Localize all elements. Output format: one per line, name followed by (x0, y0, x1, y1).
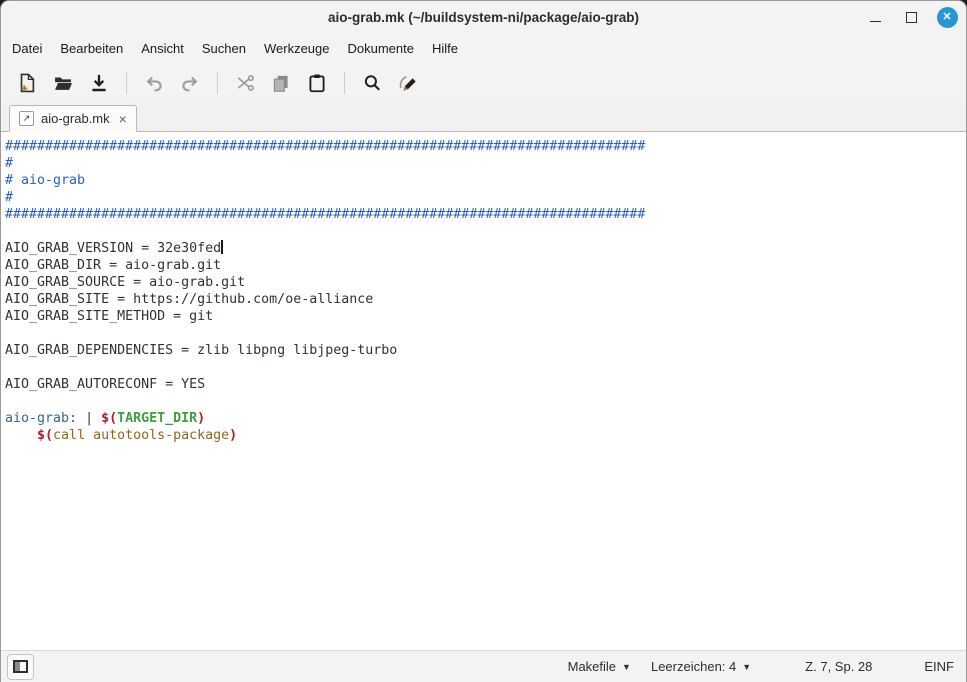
code-line: aio-grab: | $(TARGET_DIR) (5, 410, 966, 427)
language-selector[interactable]: Makefile ▼ (566, 656, 633, 677)
close-button[interactable]: ✕ (936, 7, 958, 29)
file-type-icon: ↗ (19, 111, 34, 126)
code-line: ########################################… (5, 138, 966, 155)
close-icon: ✕ (937, 7, 958, 28)
statusbar-right: Makefile ▼ Leerzeichen: 4 ▼ Z. 7, Sp. 28… (566, 656, 954, 677)
menu-dokumente[interactable]: Dokumente (339, 36, 423, 61)
language-label: Makefile (568, 659, 616, 674)
menu-hilfe[interactable]: Hilfe (423, 36, 467, 61)
code-line (5, 223, 966, 240)
insert-mode-indicator: EINF (924, 659, 954, 674)
code-line: ########################################… (5, 206, 966, 223)
paste-button[interactable] (302, 68, 332, 98)
side-panel-toggle-button[interactable] (7, 654, 34, 680)
maximize-button[interactable] (900, 7, 922, 29)
code-line: $(call autotools-package) (5, 427, 966, 444)
menu-suchen[interactable]: Suchen (193, 36, 255, 61)
redo-icon (179, 72, 201, 94)
new-document-button[interactable] (12, 68, 42, 98)
code-line: AIO_GRAB_SOURCE = aio-grab.git (5, 274, 966, 291)
code-line: AIO_GRAB_AUTORECONF = YES (5, 376, 966, 393)
tab-width-selector[interactable]: Leerzeichen: 4 ▼ (649, 656, 753, 677)
toolbar-separator (217, 72, 218, 94)
save-button[interactable] (84, 68, 114, 98)
chevron-down-icon: ▼ (742, 662, 751, 672)
cursor-position: Z. 7, Sp. 28 (805, 659, 872, 674)
save-icon (88, 72, 110, 94)
open-document-button[interactable] (48, 68, 78, 98)
cut-icon (234, 72, 256, 94)
undo-button[interactable] (139, 68, 169, 98)
code-line: AIO_GRAB_SITE_METHOD = git (5, 308, 966, 325)
tab-bar: ↗ aio-grab.mk × (1, 103, 966, 132)
code-line: AIO_GRAB_VERSION = 32e30fed (5, 240, 966, 257)
menu-werkzeuge[interactable]: Werkzeuge (255, 36, 339, 61)
maximize-icon (906, 12, 917, 23)
side-panel-icon (13, 660, 28, 673)
paste-icon (306, 72, 328, 94)
code-line: AIO_GRAB_SITE = https://github.com/oe-al… (5, 291, 966, 308)
toolbar (1, 63, 966, 103)
code-line (5, 393, 966, 410)
new-document-icon (16, 72, 38, 94)
code-line: AIO_GRAB_DEPENDENCIES = zlib libpng libj… (5, 342, 966, 359)
toolbar-separator (126, 72, 127, 94)
undo-icon (143, 72, 165, 94)
editor-window: aio-grab.mk (~/buildsystem-ni/package/ai… (0, 0, 967, 682)
menu-ansicht[interactable]: Ansicht (132, 36, 193, 61)
chevron-down-icon: ▼ (622, 662, 631, 672)
open-document-icon (52, 72, 74, 94)
text-cursor (221, 240, 223, 254)
titlebar: aio-grab.mk (~/buildsystem-ni/package/ai… (1, 1, 966, 34)
menu-datei[interactable]: Datei (3, 36, 51, 61)
tab-close-icon[interactable]: × (119, 112, 127, 126)
code-line: AIO_GRAB_DIR = aio-grab.git (5, 257, 966, 274)
redo-button[interactable] (175, 68, 205, 98)
code-line: # (5, 189, 966, 206)
copy-icon (270, 72, 292, 94)
search-replace-button[interactable] (393, 68, 423, 98)
search-icon (361, 72, 383, 94)
copy-button[interactable] (266, 68, 296, 98)
menubar: DateiBearbeitenAnsichtSuchenWerkzeugeDok… (1, 34, 966, 63)
tab-aio-grab-mk[interactable]: ↗ aio-grab.mk × (9, 105, 137, 132)
tab-label: aio-grab.mk (41, 111, 110, 126)
code-line: # (5, 155, 966, 172)
tab-width-label: Leerzeichen: 4 (651, 659, 736, 674)
toolbar-separator (344, 72, 345, 94)
minimize-button[interactable] (864, 7, 886, 29)
minimize-icon (870, 21, 881, 22)
code-line (5, 359, 966, 376)
window-title: aio-grab.mk (~/buildsystem-ni/package/ai… (328, 10, 639, 25)
search-button[interactable] (357, 68, 387, 98)
menu-bearbeiten[interactable]: Bearbeiten (51, 36, 132, 61)
cut-button[interactable] (230, 68, 260, 98)
code-area[interactable]: ########################################… (1, 132, 966, 650)
code-line: # aio-grab (5, 172, 966, 189)
search-replace-icon (397, 72, 419, 94)
window-controls: ✕ (864, 1, 958, 34)
code-line (5, 325, 966, 342)
statusbar: Makefile ▼ Leerzeichen: 4 ▼ Z. 7, Sp. 28… (1, 650, 966, 682)
